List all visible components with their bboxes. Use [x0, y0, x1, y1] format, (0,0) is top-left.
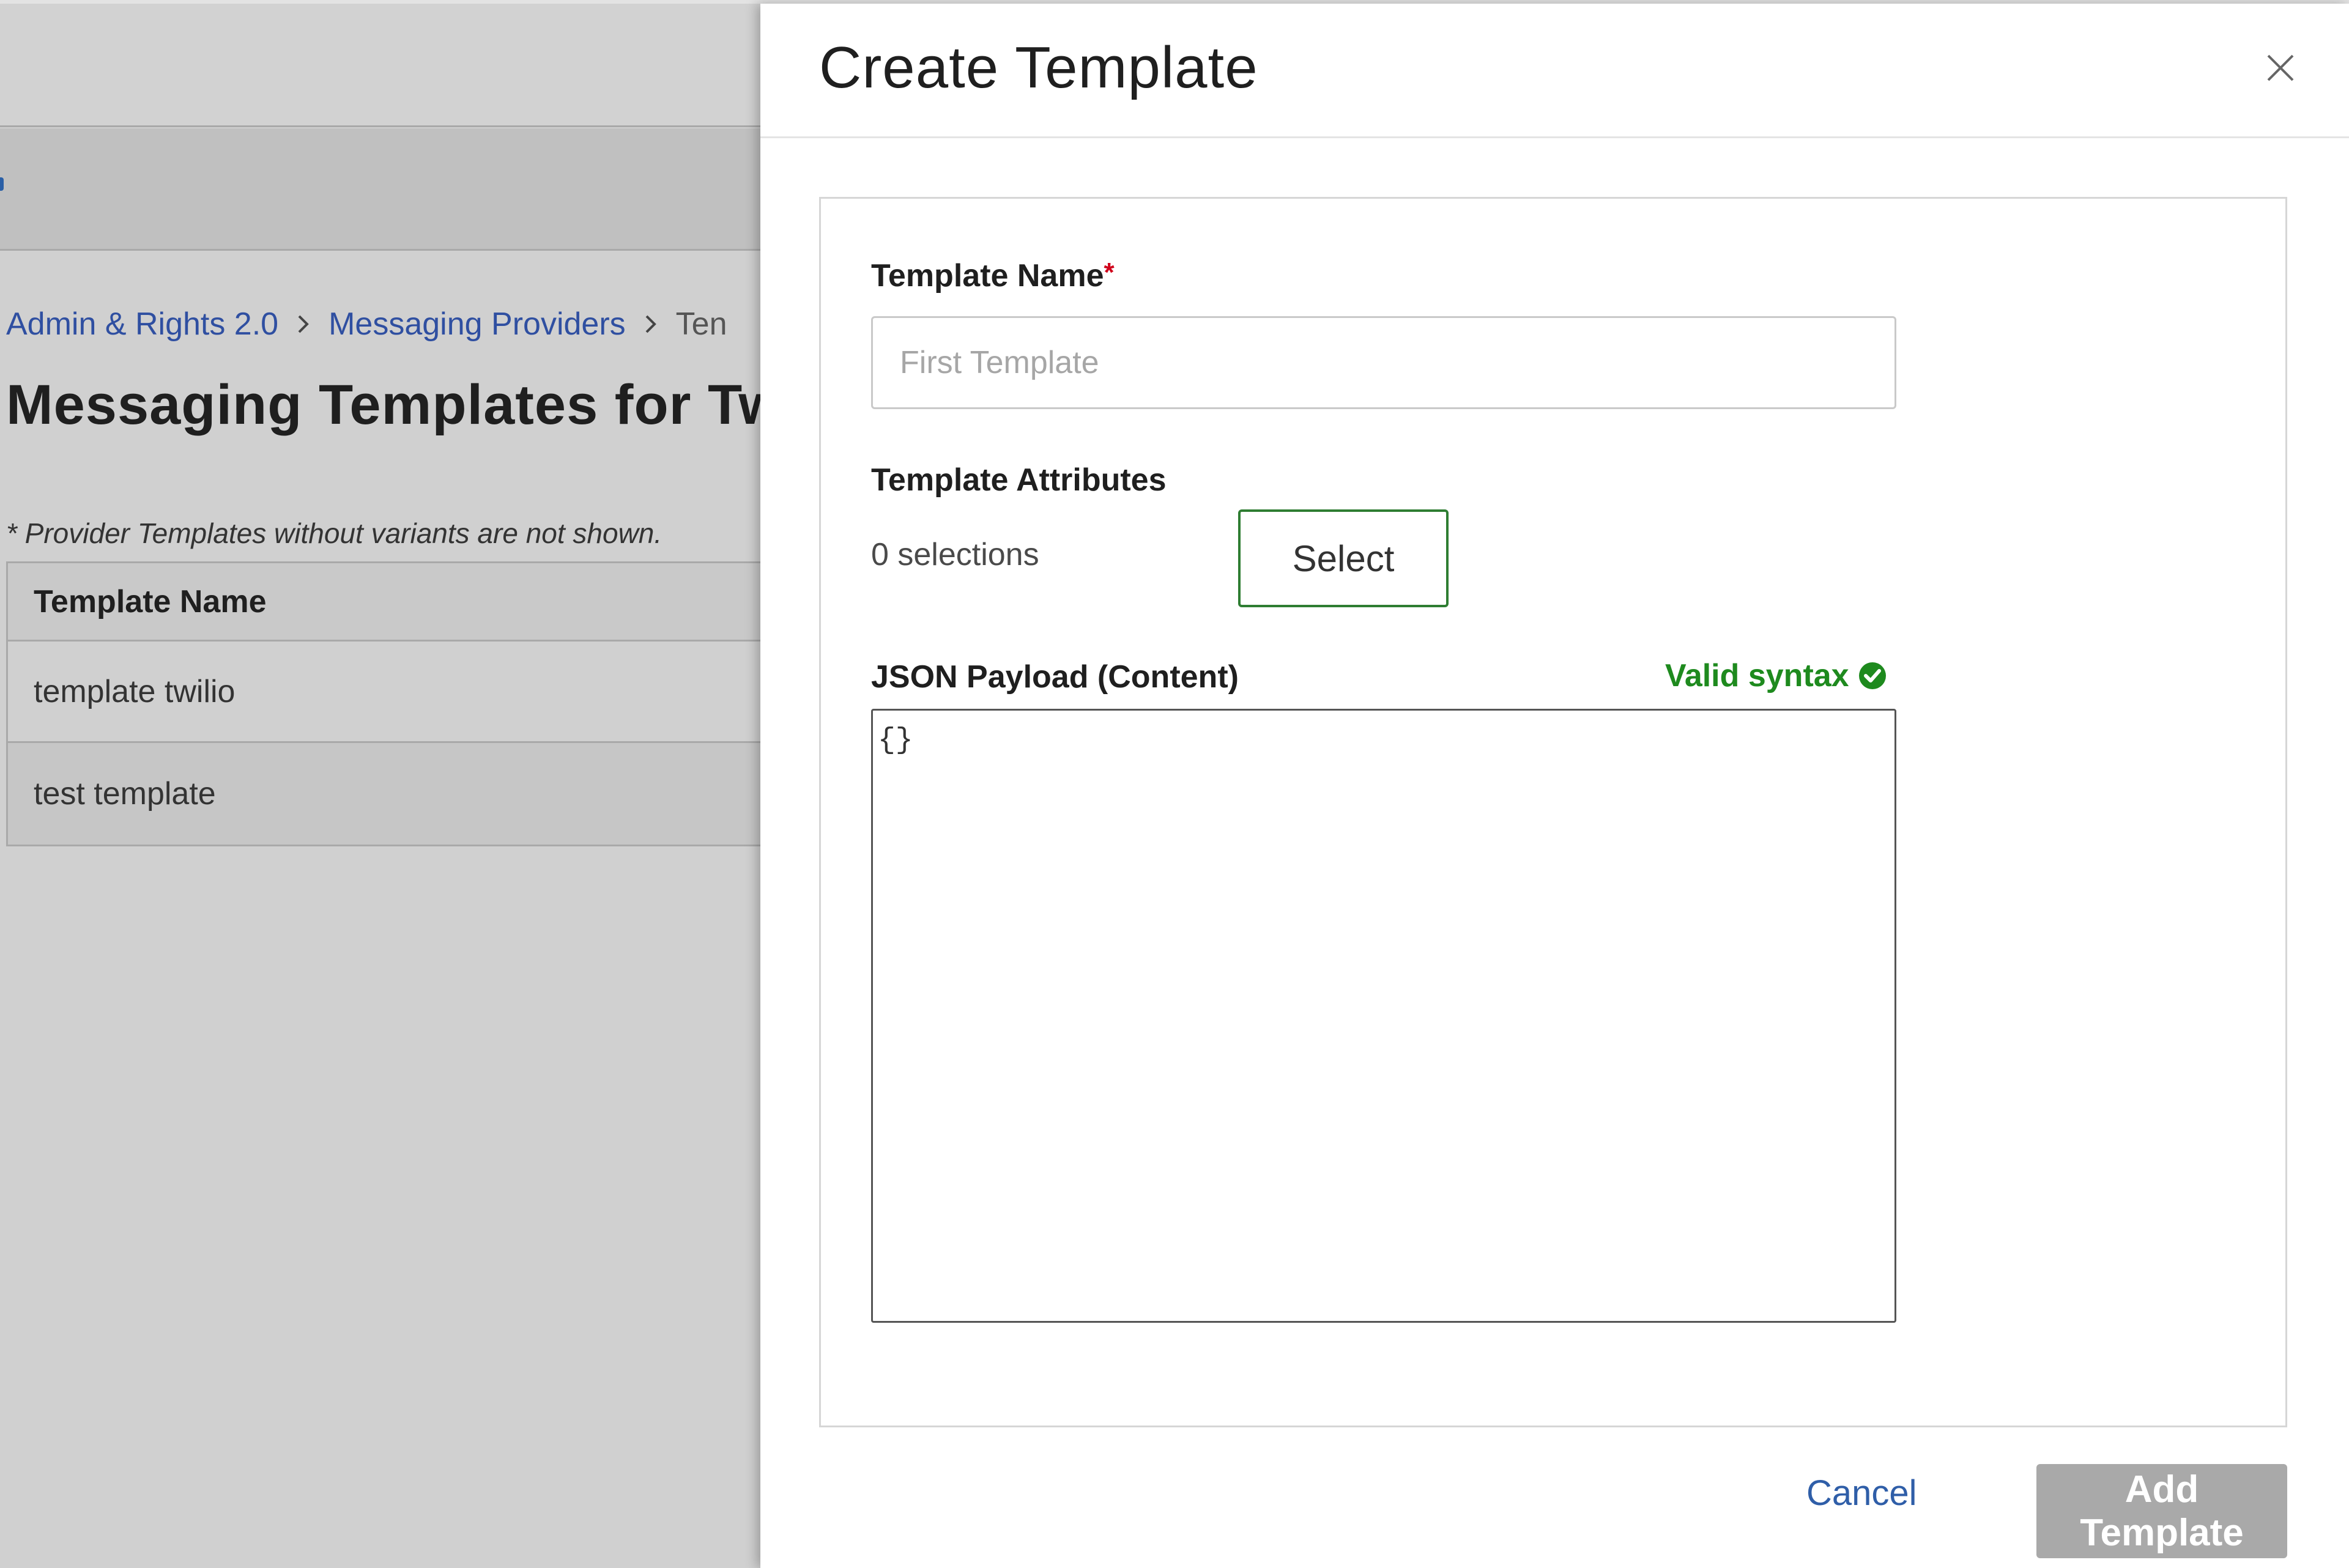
- cancel-button[interactable]: Cancel: [1806, 1473, 1917, 1514]
- chevron-right-icon: [644, 314, 658, 335]
- syntax-status-text: Valid syntax: [1665, 658, 1849, 693]
- close-icon: [2267, 54, 2294, 81]
- table-header-template-name[interactable]: Template Name: [8, 563, 765, 642]
- templates-note: * Provider Templates without variants ar…: [6, 517, 662, 549]
- selections-count: 0 selections: [871, 537, 1039, 572]
- template-form: Template Name* Template Attributes 0 sel…: [819, 197, 2287, 1427]
- page-title: Messaging Templates for Tw: [6, 374, 783, 436]
- drawer-title: Create Template: [819, 35, 1258, 100]
- table-row[interactable]: test template: [8, 743, 765, 845]
- templates-table: Template Name template twilio test templ…: [6, 561, 765, 846]
- required-asterisk: *: [1104, 257, 1115, 287]
- template-attributes-label: Template Attributes: [871, 462, 1167, 498]
- template-name-input[interactable]: [871, 316, 1896, 409]
- app-header: [0, 4, 765, 127]
- json-payload-label: JSON Payload (Content): [871, 659, 1239, 695]
- syntax-status: Valid syntax: [1665, 657, 1887, 694]
- breadcrumb-admin-rights[interactable]: Admin & Rights 2.0: [6, 306, 278, 342]
- create-template-drawer: Create Template Template Name* Template …: [760, 4, 2349, 1568]
- json-payload-editor[interactable]: {}: [871, 709, 1896, 1323]
- select-attributes-button[interactable]: Select: [1238, 509, 1449, 607]
- add-template-button[interactable]: Add Template: [2036, 1464, 2287, 1558]
- app-subheader: [0, 128, 765, 251]
- drawer-header: Create Template: [760, 4, 2349, 138]
- template-name-label: Template Name*: [871, 257, 1115, 294]
- table-row[interactable]: template twilio: [8, 642, 765, 743]
- nav-indicator: [0, 177, 4, 191]
- breadcrumb-current: Ten: [675, 306, 727, 342]
- template-name-label-text: Template Name: [871, 258, 1104, 294]
- check-circle-icon: [1858, 662, 1886, 689]
- breadcrumb-messaging-providers[interactable]: Messaging Providers: [328, 306, 626, 342]
- close-button[interactable]: [2253, 40, 2308, 95]
- breadcrumb: Admin & Rights 2.0 Messaging Providers T…: [6, 306, 727, 342]
- chevron-right-icon: [297, 314, 310, 335]
